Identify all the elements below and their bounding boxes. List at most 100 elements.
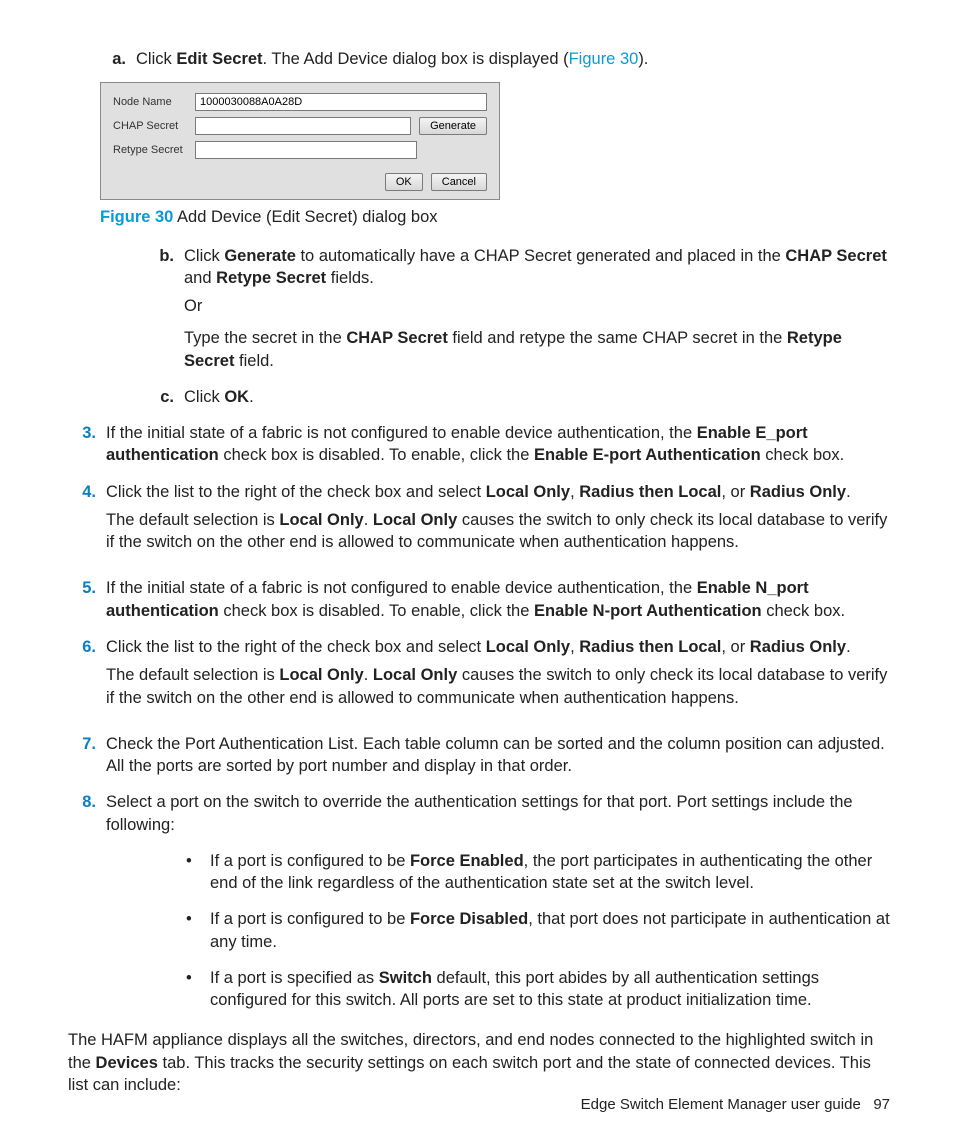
page-footer: Edge Switch Element Manager user guide 9… <box>581 1095 890 1115</box>
txt: If a port is configured to be <box>210 852 410 870</box>
bold-local-only3: Local Only <box>373 511 457 529</box>
bold-generate: Generate <box>224 247 296 265</box>
txt: Click <box>184 247 224 265</box>
txt: check box is disabled. To enable, click … <box>219 446 534 464</box>
or-text: Or <box>184 295 890 317</box>
bold-enable-nport-auth: Enable N-port Authentication <box>534 602 762 620</box>
bold-radius-only: Radius Only <box>750 483 846 501</box>
txt: Click <box>136 50 176 68</box>
bold-edit-secret: Edit Secret <box>176 50 262 68</box>
step-5-text: If the initial state of a fabric is not … <box>106 577 890 622</box>
step-7: 7. Check the Port Authentication List. E… <box>70 733 890 778</box>
txt: . The Add Device dialog box is displayed… <box>263 50 569 68</box>
step-8-text: Select a port on the switch to override … <box>106 791 890 836</box>
ok-button[interactable]: OK <box>385 173 423 191</box>
bullet-icon: • <box>186 850 200 872</box>
txt: If the initial state of a fabric is not … <box>106 424 697 442</box>
txt: Click the list to the right of the check… <box>106 638 486 656</box>
txt: check box. <box>762 602 845 620</box>
bullet-text: If a port is configured to be Force Disa… <box>210 908 890 953</box>
bullet-text: If a port is specified as Switch default… <box>210 967 890 1012</box>
txt: The default selection is <box>106 666 279 684</box>
marker-4: 4. <box>70 481 96 503</box>
txt: fields. <box>326 269 374 287</box>
step-a-text: Click Edit Secret. The Add Device dialog… <box>136 48 890 70</box>
bold-local-only2: Local Only <box>279 666 363 684</box>
bullet-icon: • <box>186 908 200 930</box>
bullet-force-disabled: • If a port is configured to be Force Di… <box>186 908 890 953</box>
txt: ). <box>638 50 648 68</box>
txt: If a port is specified as <box>210 969 379 987</box>
input-node-name[interactable] <box>195 93 487 111</box>
generate-button[interactable]: Generate <box>419 117 487 135</box>
txt: . <box>249 388 254 406</box>
txt: , <box>570 638 579 656</box>
step-4-para: The default selection is Local Only. Loc… <box>106 509 890 554</box>
marker-8: 8. <box>70 791 96 813</box>
txt: , or <box>721 638 749 656</box>
marker-5: 5. <box>70 577 96 599</box>
marker-b: b. <box>148 245 174 267</box>
label-retype-secret: Retype Secret <box>113 143 195 158</box>
step-4-text: Click the list to the right of the check… <box>106 481 890 564</box>
step-b-alt: Type the secret in the CHAP Secret field… <box>184 327 890 372</box>
bold-local-only: Local Only <box>486 638 570 656</box>
txt: check box. <box>761 446 844 464</box>
txt: field. <box>234 352 273 370</box>
txt: . <box>364 666 373 684</box>
step-b: b. Click Generate to automatically have … <box>148 245 890 372</box>
cancel-button[interactable]: Cancel <box>431 173 487 191</box>
txt: Click the list to the right of the check… <box>106 483 486 501</box>
bullet-icon: • <box>186 967 200 989</box>
bold-local-only3: Local Only <box>373 666 457 684</box>
bold-devices: Devices <box>96 1054 158 1072</box>
bold-retype-secret: Retype Secret <box>216 269 326 287</box>
step-4: 4. Click the list to the right of the ch… <box>70 481 890 564</box>
txt: check box is disabled. To enable, click … <box>219 602 534 620</box>
port-settings-list: • If a port is configured to be Force En… <box>186 850 890 1012</box>
figure-caption: Figure 30 Add Device (Edit Secret) dialo… <box>100 206 890 228</box>
txt: . <box>846 638 851 656</box>
marker-a: a. <box>100 48 126 70</box>
marker-c: c. <box>148 386 174 408</box>
txt: . <box>846 483 851 501</box>
step-6-para: The default selection is Local Only. Loc… <box>106 664 890 709</box>
dialog-row-retype: Retype Secret <box>113 141 487 159</box>
step-c: c. Click OK. <box>148 386 890 408</box>
page: { "step_a": { "marker": "a.", "pre": "Cl… <box>0 0 954 1145</box>
txt: , <box>570 483 579 501</box>
step-8: 8. Select a port on the switch to overri… <box>70 791 890 836</box>
bold-chap-secret: CHAP Secret <box>785 247 887 265</box>
figure-label: Figure 30 <box>100 208 173 226</box>
txt: Type the secret in the <box>184 329 346 347</box>
input-retype-secret[interactable] <box>195 141 417 159</box>
dialog-footer: OK Cancel <box>113 173 487 191</box>
bullet-switch-default: • If a port is specified as Switch defau… <box>186 967 890 1012</box>
step-c-text: Click OK. <box>184 386 890 408</box>
input-chap-secret[interactable] <box>195 117 411 135</box>
step-6-text: Click the list to the right of the check… <box>106 636 890 719</box>
label-chap-secret: CHAP Secret <box>113 119 195 134</box>
txt: If a port is configured to be <box>210 910 410 928</box>
bold-chap-secret2: CHAP Secret <box>346 329 448 347</box>
closing-paragraph: The HAFM appliance displays all the swit… <box>68 1029 886 1096</box>
txt: If the initial state of a fabric is not … <box>106 579 697 597</box>
link-figure-30[interactable]: Figure 30 <box>569 50 639 68</box>
step-3-text: If the initial state of a fabric is not … <box>106 422 890 467</box>
bold-radius-local: Radius then Local <box>579 638 721 656</box>
step-6: 6. Click the list to the right of the ch… <box>70 636 890 719</box>
bold-switch: Switch <box>379 969 432 987</box>
bold-local-only: Local Only <box>486 483 570 501</box>
txt: Click <box>184 388 224 406</box>
bullet-text: If a port is configured to be Force Enab… <box>210 850 890 895</box>
dialog-row-chap: CHAP Secret Generate <box>113 117 487 135</box>
step-7-text: Check the Port Authentication List. Each… <box>106 733 890 778</box>
add-device-dialog: Node Name CHAP Secret Generate Retype Se… <box>100 82 500 200</box>
txt: and <box>184 269 216 287</box>
bold-ok: OK <box>224 388 249 406</box>
txt: to automatically have a CHAP Secret gene… <box>296 247 786 265</box>
marker-6: 6. <box>70 636 96 658</box>
bullet-force-enabled: • If a port is configured to be Force En… <box>186 850 890 895</box>
step-5: 5. If the initial state of a fabric is n… <box>70 577 890 622</box>
step-b-text: Click Generate to automatically have a C… <box>184 245 890 372</box>
